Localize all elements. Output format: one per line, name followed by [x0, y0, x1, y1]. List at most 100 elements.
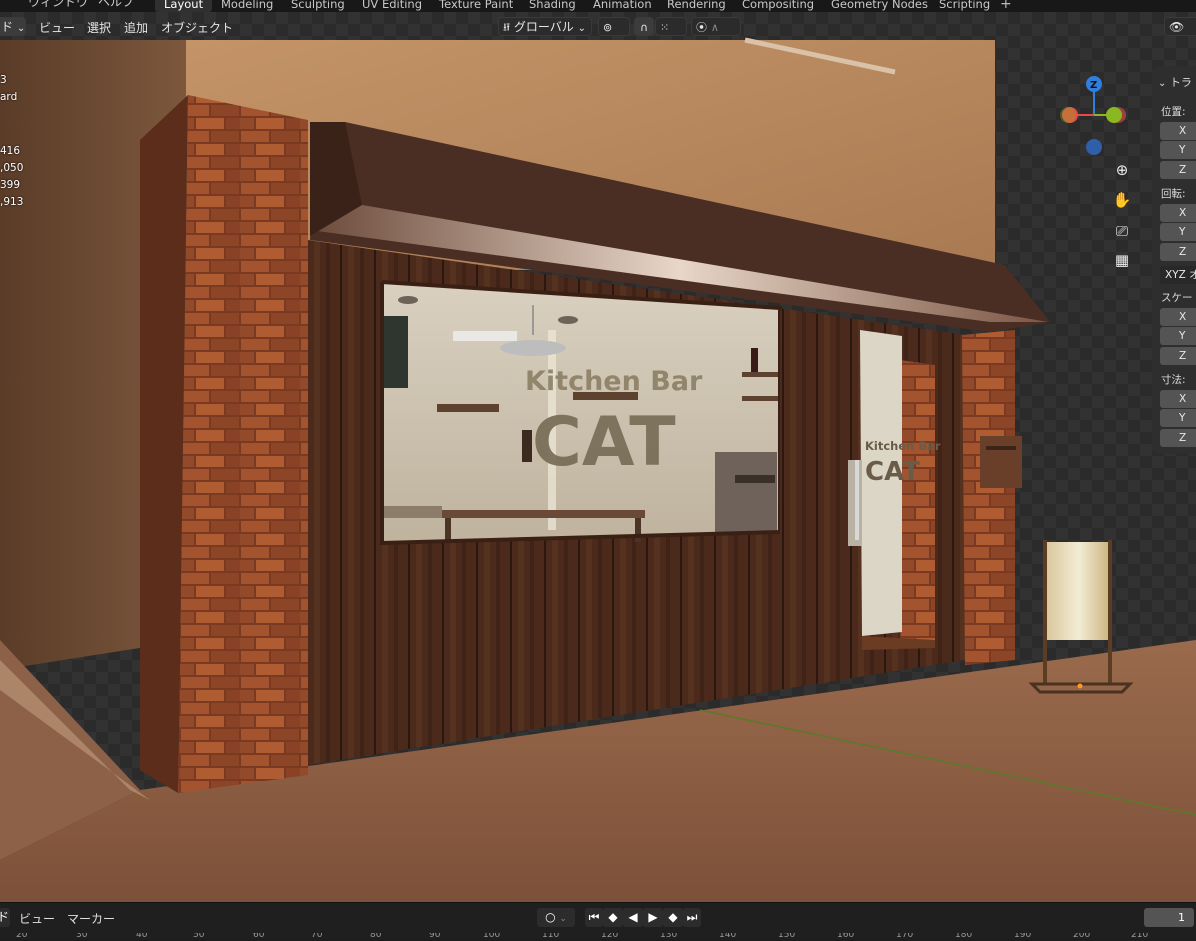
ruler-tick: 140 — [719, 933, 737, 940]
ruler-tick: 190 — [1014, 933, 1032, 940]
jump-start-icon: ⏮ — [588, 910, 600, 924]
location-z-field[interactable]: Z — [1160, 161, 1196, 179]
tab-compositing[interactable]: Compositing — [733, 0, 823, 12]
prev-keyframe-button[interactable]: ◆ — [603, 908, 623, 927]
snap-target-dropdown[interactable]: ⁙ — [655, 17, 687, 36]
tab-scripting[interactable]: Scripting — [930, 0, 999, 12]
timeline-mode-label: ド — [0, 910, 9, 924]
gizmo-neg-z-axis[interactable] — [1086, 139, 1102, 155]
ruler-tick: 130 — [660, 933, 678, 940]
panel-header[interactable]: ⌄ トラ — [1158, 74, 1192, 90]
menu-help[interactable]: ヘルプ — [98, 0, 134, 10]
play-icon: ▶ — [648, 910, 658, 924]
door-sign-line2: CAT — [865, 457, 920, 487]
rotation-y-field[interactable]: Y — [1160, 223, 1196, 241]
tab-modeling[interactable]: Modeling — [212, 0, 282, 12]
dimensions-x-field[interactable]: X — [1160, 390, 1196, 408]
tab-geometry-nodes[interactable]: Geometry Nodes — [822, 0, 937, 12]
timeline-menu-marker[interactable]: マーカー — [67, 910, 115, 927]
menu-object[interactable]: オブジェクト — [161, 19, 233, 36]
falloff-curve-icon: ∧ — [710, 21, 719, 34]
ruler-tick: 80 — [370, 933, 382, 940]
timeline-mode-selector[interactable]: ド — [0, 908, 10, 927]
proportional-edit-icon: ⦿ — [696, 21, 707, 34]
ruler-tick: 160 — [837, 933, 855, 940]
ruler-tick: 40 — [136, 933, 148, 940]
camera-icon[interactable]: ⎚ — [1110, 219, 1134, 243]
ruler-tick: 110 — [542, 933, 560, 940]
ruler-tick: 90 — [429, 933, 441, 940]
tab-texture-paint[interactable]: Texture Paint — [430, 0, 522, 12]
menu-window[interactable]: ウィンドウ — [28, 0, 88, 10]
timeline-ruler[interactable]: 20 30 40 50 60 70 80 90 100 110 120 130 … — [0, 933, 1196, 941]
ruler-tick: 120 — [601, 933, 619, 940]
sidebar-transform-panel: ⌄ トラ 位置: X Y Z 回転: X Y Z XYZ オ スケー X Y Z… — [1152, 66, 1196, 454]
pivot-icon: ⊚ — [603, 21, 613, 34]
magnet-icon: ∩ — [639, 21, 649, 34]
stats-line: 3 — [0, 74, 7, 86]
menu-add[interactable]: 追加 — [124, 19, 148, 36]
proportional-edit-toggle[interactable]: ⦿ ∧ — [691, 17, 741, 36]
tab-uv-editing[interactable]: UV Editing — [353, 0, 431, 12]
play-button[interactable]: ▶ — [643, 908, 663, 927]
hand-pan-icon[interactable]: ✋ — [1110, 188, 1134, 212]
menu-select[interactable]: 選択 — [87, 19, 111, 36]
ruler-tick: 50 — [193, 933, 205, 940]
jump-start-button[interactable]: ⏮ — [585, 908, 603, 927]
ruler-tick: 100 — [483, 933, 501, 940]
timeline-menu-view[interactable]: ビュー — [19, 910, 55, 927]
dimensions-z-field[interactable]: Z — [1160, 429, 1196, 447]
rotation-x-field[interactable]: X — [1160, 204, 1196, 222]
jump-end-button[interactable]: ⏭ — [683, 908, 701, 927]
dimensions-y-field[interactable]: Y — [1160, 409, 1196, 427]
orientation-label: グローバル — [513, 20, 574, 34]
scale-x-field[interactable]: X — [1160, 308, 1196, 326]
visibility-dropdown[interactable]: 👁 — [1164, 17, 1196, 36]
tab-rendering[interactable]: Rendering — [658, 0, 735, 12]
rotation-label: 回転: — [1161, 188, 1186, 200]
window-sign-line2: CAT — [532, 403, 676, 482]
ruler-tick: 150 — [778, 933, 796, 940]
3d-viewport[interactable]: Kitchen Bar CAT Kitchen Bar CAT — [0, 12, 1196, 902]
eye-icon: 👁 — [1169, 20, 1185, 34]
tab-layout[interactable]: Layout — [155, 0, 213, 12]
scale-z-field[interactable]: Z — [1160, 347, 1196, 365]
rotation-mode-dropdown[interactable]: XYZ オ — [1160, 266, 1196, 284]
location-x-field[interactable]: X — [1160, 122, 1196, 140]
scale-y-field[interactable]: Y — [1160, 327, 1196, 345]
play-reverse-icon: ◀ — [628, 910, 638, 924]
chevron-down-icon: ⌄ — [16, 23, 26, 34]
zoom-in-icon[interactable]: ⊕ — [1110, 158, 1134, 182]
door-sign-line1: Kitchen Bar — [865, 439, 941, 453]
mode-selector[interactable]: ド ⌄ — [0, 17, 26, 36]
ruler-tick: 70 — [311, 933, 323, 940]
next-keyframe-button[interactable]: ◆ — [663, 908, 683, 927]
chevron-down-icon: ⌄ — [577, 23, 587, 34]
ruler-tick: 60 — [253, 933, 265, 940]
ruler-tick: 200 — [1073, 933, 1091, 940]
gizmo-y-axis[interactable] — [1106, 107, 1122, 123]
location-y-field[interactable]: Y — [1160, 141, 1196, 159]
stats-line — [0, 106, 23, 123]
rotation-z-field[interactable]: Z — [1160, 243, 1196, 261]
navigation-gizmo[interactable]: Z — [1056, 72, 1136, 162]
play-reverse-button[interactable]: ◀ — [623, 908, 643, 927]
transform-orientation-dropdown[interactable]: ⭿ グローバル ⌄ — [498, 17, 592, 36]
snap-toggle[interactable]: ∩ — [634, 17, 654, 36]
stats-line: ard — [0, 91, 18, 103]
scene-statistics: 3 ard 416 ,050 399 ,913 — [0, 72, 23, 211]
tab-sculpting[interactable]: Sculpting — [282, 0, 354, 12]
transform-pivot-dropdown[interactable]: ⊚ — [598, 17, 630, 36]
orientation-axes-icon: ⭿ — [503, 21, 511, 34]
perspective-grid-icon[interactable]: ▦ — [1110, 248, 1134, 272]
dimensions-label: 寸法: — [1161, 374, 1186, 386]
stats-line: 416 — [0, 145, 21, 157]
current-frame-field[interactable]: 1 — [1144, 908, 1194, 927]
tab-shading[interactable]: Shading — [520, 0, 585, 12]
record-circle-icon: ○ — [545, 910, 556, 924]
keying-dropdown[interactable]: ○ ⌄ — [537, 908, 575, 927]
ruler-tick: 30 — [76, 933, 88, 940]
add-workspace-button[interactable]: + — [1000, 0, 1012, 12]
tab-animation[interactable]: Animation — [584, 0, 661, 12]
menu-view[interactable]: ビュー — [39, 19, 75, 36]
